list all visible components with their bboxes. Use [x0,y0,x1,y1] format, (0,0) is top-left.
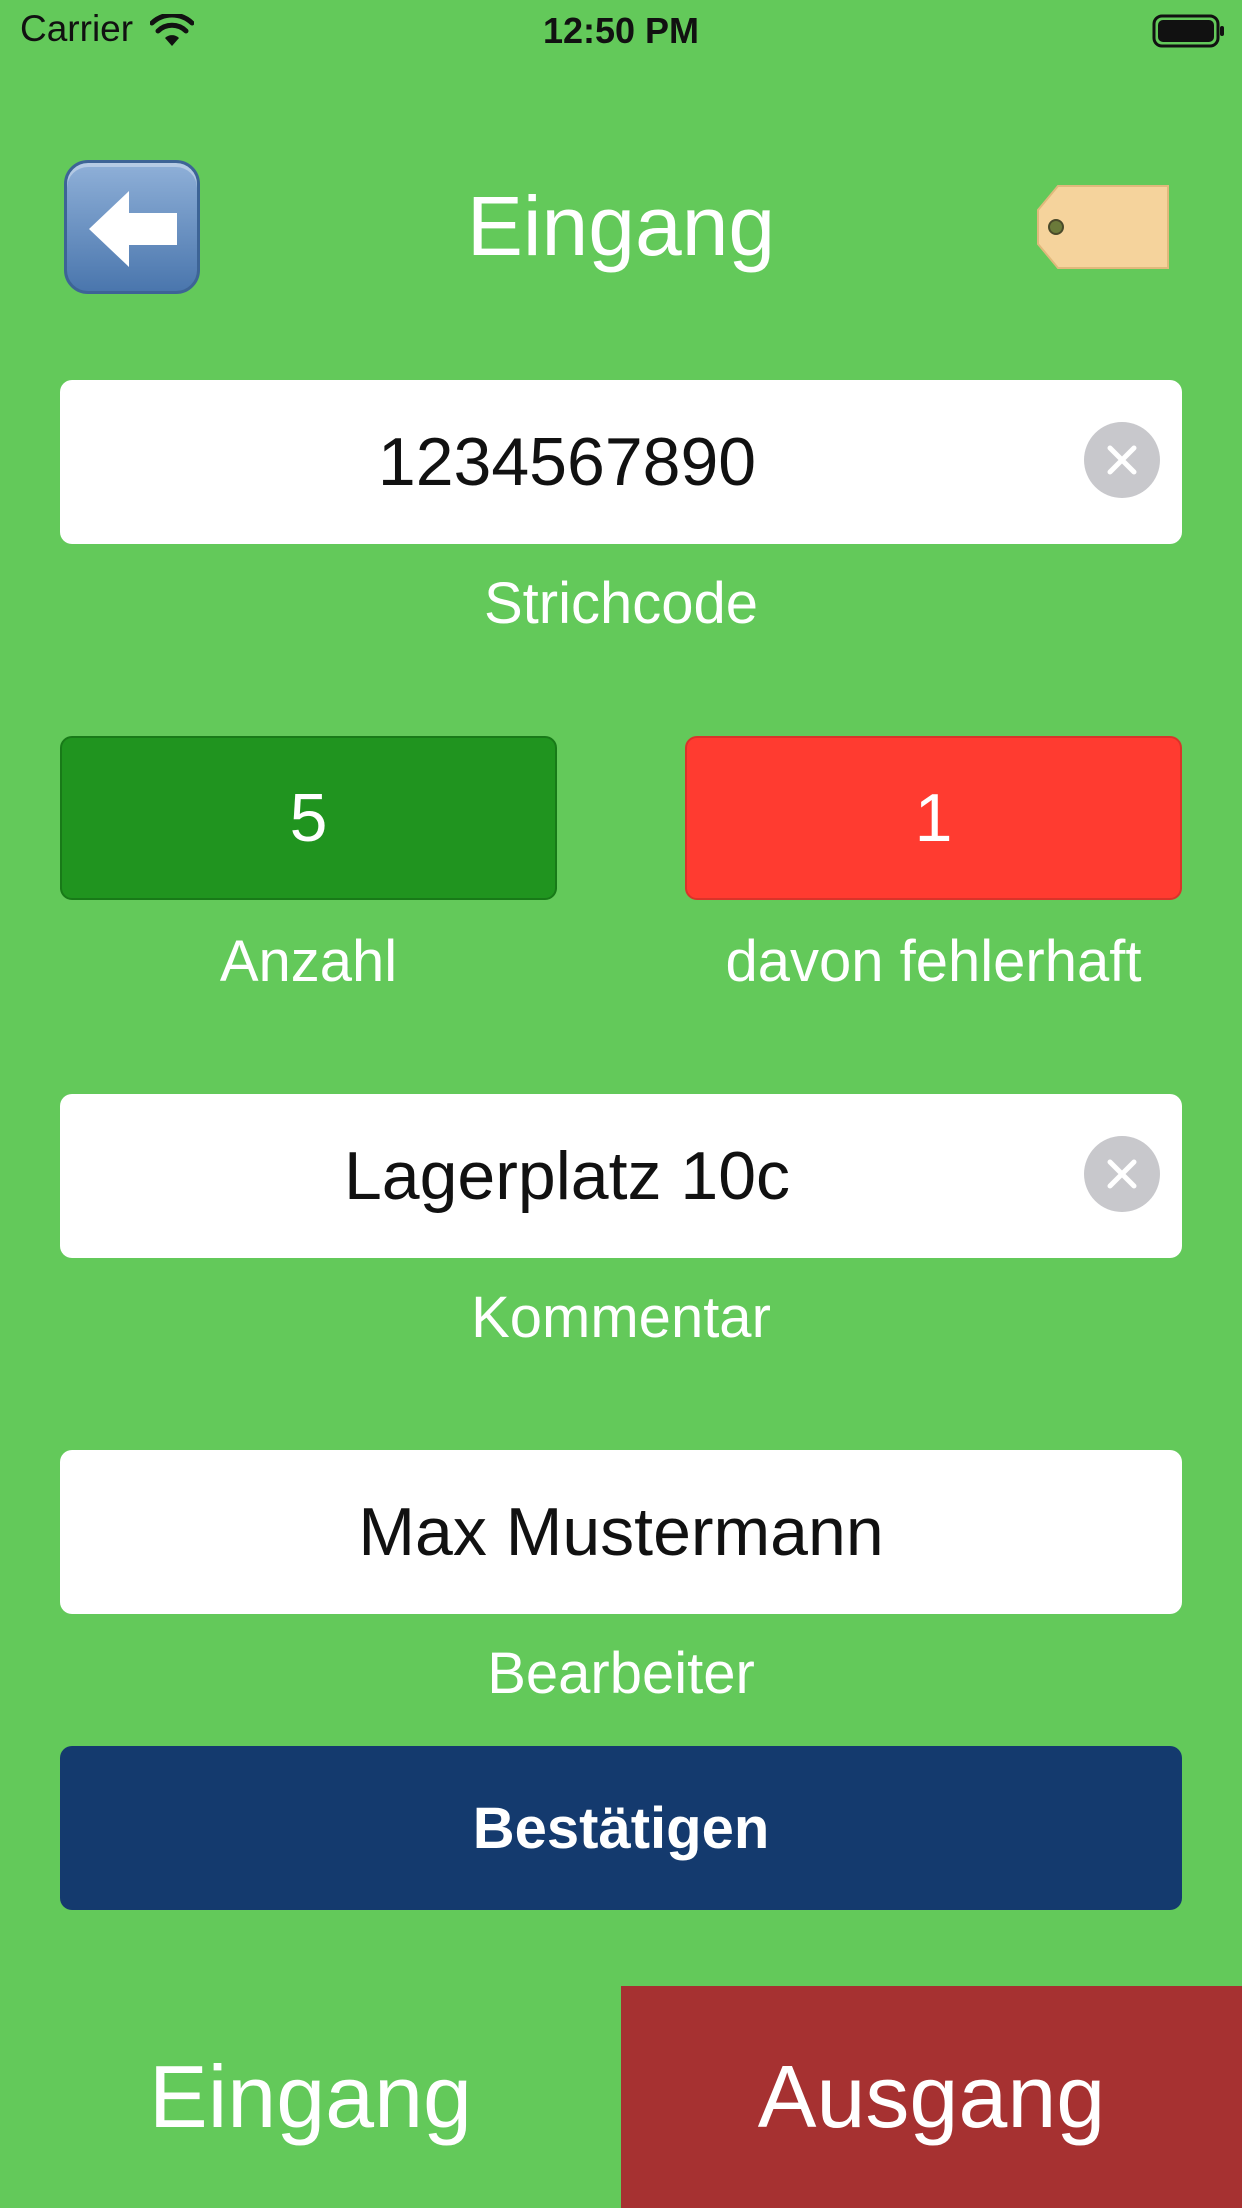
comment-value[interactable]: Lagerplatz 10c [60,1094,1074,1258]
editor-value[interactable]: Max Mustermann [60,1450,1182,1614]
quantity-label: Anzahl [219,929,398,994]
tag-icon [1037,185,1169,269]
confirm-button[interactable]: Bestätigen [60,1746,1182,1910]
barcode-clear-button[interactable] [1084,422,1160,498]
status-time: 12:50 PM [542,10,700,51]
editor-label: Bearbeiter [487,1641,755,1706]
comment-field[interactable]: Lagerplatz 10c [60,1094,1182,1258]
defective-label: davon fehlerhaft [725,929,1142,994]
tag-button[interactable] [1036,182,1172,277]
battery-icon [1152,14,1226,53]
tab-eingang[interactable]: Eingang [0,1986,621,2208]
comment-clear-button[interactable] [1084,1136,1160,1212]
comment-label: Kommentar [471,1285,771,1350]
clear-icon [1107,445,1137,475]
tab-ausgang[interactable]: Ausgang [621,1986,1242,2208]
barcode-field[interactable]: 1234567890 [60,380,1182,544]
defective-field[interactable]: 1 [685,736,1182,900]
editor-field[interactable]: Max Mustermann [60,1450,1182,1614]
quantity-field[interactable]: 5 [60,736,557,900]
barcode-label: Strichcode [483,571,759,636]
barcode-value[interactable]: 1234567890 [60,380,1074,544]
clear-icon [1107,1159,1137,1189]
